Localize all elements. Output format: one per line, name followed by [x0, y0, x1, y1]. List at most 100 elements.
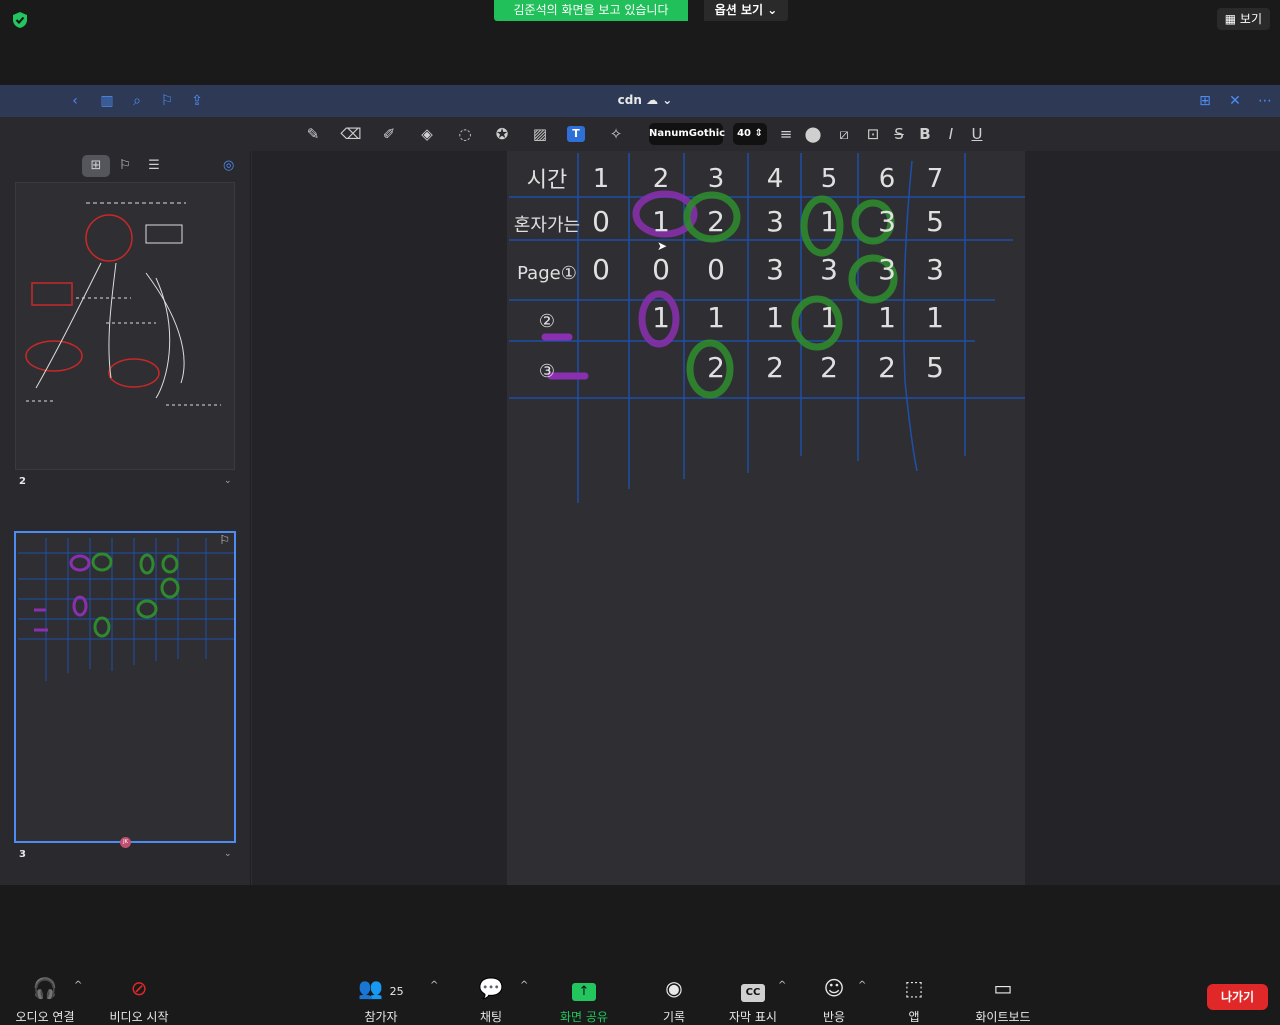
font-size-selector[interactable]: 40 ⇕: [733, 123, 767, 145]
table-cell: 2: [878, 351, 896, 384]
column-header: 3: [708, 164, 725, 194]
security-shield-icon[interactable]: [11, 11, 29, 29]
page-number-3: 3: [19, 849, 26, 860]
view-button[interactable]: ▦ 보기: [1216, 8, 1270, 30]
sync-icon: ☁ ⌄: [641, 93, 673, 107]
column-header: 2: [653, 164, 670, 194]
column-header: 4: [767, 164, 784, 194]
font-family-selector[interactable]: NanumGothic: [649, 123, 725, 145]
strikethrough-icon[interactable]: S: [888, 124, 910, 144]
table-cell: 3: [878, 205, 896, 238]
table-cell: 3: [820, 253, 838, 286]
leave-button[interactable]: 나가기: [1207, 984, 1268, 1010]
close-icon[interactable]: ✕: [1227, 93, 1243, 109]
record-label: 기록: [662, 1010, 686, 1024]
table-cell: 1: [652, 205, 670, 238]
page-2-menu-chevron-icon[interactable]: ⌄: [224, 476, 232, 486]
text-color-icon[interactable]: ⬤: [802, 124, 824, 144]
apps-label: 앱: [908, 1010, 920, 1024]
whiteboard-button[interactable]: ▭ 화이트보드: [958, 976, 1048, 1024]
table-cell: 2: [707, 205, 725, 238]
handwritten-table: 시간혼자가는Page①②③1 2 3 4 5 6 70 1 2 3 1 3 50 0 0 3 3 3 31 1 1 1 1 1…: [509, 153, 1025, 503]
participants-icon: 👥 25: [358, 976, 404, 1000]
column-header: 1: [593, 164, 610, 194]
column-header: 5: [821, 164, 838, 194]
image-tool-icon[interactable]: ▨: [529, 124, 551, 144]
participants-button[interactable]: 👥 25 참가자: [336, 976, 426, 1024]
meeting-controls: 🎧 오디오 연결 ^ ⊘ 비디오 시작 👥 25 참가자 ^ 💬 채팅 ^ ↑ …: [0, 968, 1280, 1024]
sticker-tool-icon[interactable]: ✪: [491, 124, 513, 144]
bold-icon[interactable]: B: [914, 124, 936, 144]
share-screen-icon: ↑: [539, 976, 629, 1001]
collaborator-avatar: JK: [120, 837, 131, 848]
captions-caret-icon[interactable]: ^: [778, 980, 786, 991]
share-export-icon[interactable]: ⇪: [189, 93, 205, 109]
lasso-tool-icon[interactable]: ◌: [454, 124, 476, 144]
page-3-menu-chevron-icon[interactable]: ⌄: [224, 849, 232, 859]
table-cell: 1: [878, 301, 896, 334]
row-header: ②: [539, 311, 555, 332]
align-icon[interactable]: ≡: [775, 124, 797, 144]
page-thumbnail-2[interactable]: [15, 182, 235, 470]
row-header: 시간: [527, 168, 567, 193]
table-cell: 1: [766, 301, 784, 334]
outline-list-icon[interactable]: ☰: [140, 155, 168, 177]
table-cell: 0: [592, 253, 610, 286]
row-header: ③: [539, 361, 555, 382]
document-title[interactable]: cdn ☁ ⌄: [600, 93, 690, 107]
chat-caret-icon[interactable]: ^: [520, 980, 528, 991]
drawing-toolbar: ✎ ⌫ ✐ ◈ ◌ ✪ ▨ T ✧ NanumGothic 40 ⇕ ≡ ⬤ ⧄…: [0, 117, 1280, 151]
table-cell: 2: [766, 351, 784, 384]
eraser-tool-icon[interactable]: ⌫: [340, 124, 362, 144]
bookmark-icon[interactable]: ⚐: [159, 93, 175, 109]
italic-icon[interactable]: I: [940, 124, 962, 144]
goodnotes-header: ‹ ▥ ⌕ ⚐ ⇪ cdn ☁ ⌄ ⊞ ✕ ⋯: [0, 85, 1280, 117]
page-bookmark-icon[interactable]: ⚐: [219, 533, 230, 547]
underline-icon[interactable]: U: [966, 124, 988, 144]
back-chevron-icon[interactable]: ‹: [67, 93, 83, 109]
table-cell: 3: [766, 205, 784, 238]
record-icon: ◉: [665, 976, 683, 1000]
video-label: 비디오 시작: [109, 1010, 169, 1024]
thumbnail-grid-icon[interactable]: ⊞: [82, 155, 110, 177]
record-button[interactable]: ◉ 기록: [629, 976, 719, 1024]
table-cell: 1: [820, 301, 838, 334]
pen-tool-icon[interactable]: ✎: [302, 124, 324, 144]
fill-color-icon[interactable]: ⧄: [833, 124, 855, 144]
laser-pointer-icon[interactable]: ✧: [605, 124, 627, 144]
sidebar-toggle-icon[interactable]: ▥: [97, 93, 117, 109]
highlighter-tool-icon[interactable]: ✐: [378, 124, 400, 144]
bookmarks-tab-icon[interactable]: ⚐: [111, 155, 139, 177]
text-box-icon[interactable]: ⊡: [862, 124, 884, 144]
table-cell: 0: [592, 205, 610, 238]
reactions-caret-icon[interactable]: ^: [858, 980, 866, 991]
page-2-sketch: [25, 202, 221, 406]
text-tool-icon[interactable]: T: [567, 126, 585, 142]
note-page[interactable]: 시간 혼자가는 Page① ② ③ 1 2 3 4 5 6 7 0 1 2 3 1 3 5 0 0 0 3 3 3 3 1 1 1 1 1 1…: [507, 151, 1025, 885]
meeting-top-bar: 김준석의 화면을 보고 있습니다 옵션 보기 ⌄ ▦ 보기: [0, 0, 1280, 40]
add-page-icon[interactable]: ⊞: [1197, 93, 1213, 109]
table-cell: 1: [652, 301, 670, 334]
table-cell: 1: [926, 301, 944, 334]
table-cell: 3: [926, 253, 944, 286]
chat-label: 채팅: [479, 1010, 503, 1024]
view-options-button[interactable]: 옵션 보기 ⌄: [704, 0, 788, 21]
more-icon[interactable]: ⋯: [1257, 93, 1273, 109]
table-cell: 1: [820, 205, 838, 238]
share-screen-button[interactable]: ↑ 화면 공유: [539, 976, 629, 1024]
apps-button[interactable]: ⬚ 앱: [869, 976, 959, 1024]
column-header: 6: [879, 164, 896, 194]
row-header: Page①: [517, 263, 577, 284]
search-icon[interactable]: ⌕: [129, 93, 145, 109]
participants-label: 참가자: [364, 1010, 398, 1024]
table-cell: 0: [707, 253, 725, 286]
audio-options-caret-icon[interactable]: ^: [74, 980, 82, 991]
shape-tool-icon[interactable]: ◈: [416, 124, 438, 144]
video-button[interactable]: ⊘ 비디오 시작: [93, 976, 185, 1024]
video-off-icon: ⊘: [130, 976, 148, 1000]
participants-caret-icon[interactable]: ^: [430, 980, 438, 991]
audio-label: 오디오 연결: [15, 1010, 75, 1024]
table-cell: 3: [766, 253, 784, 286]
select-pages-icon[interactable]: ◎: [223, 158, 234, 173]
page-thumbnail-3[interactable]: ⚐: [14, 531, 236, 843]
